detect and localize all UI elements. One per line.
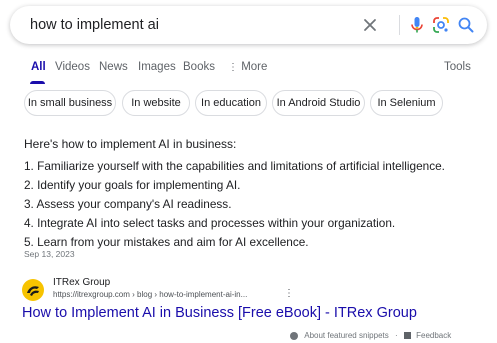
tab-videos[interactable]: Videos <box>55 61 90 73</box>
feedback-link[interactable]: Feedback <box>416 331 451 340</box>
chip-small-business[interactable]: In small business <box>24 90 116 116</box>
result-title-link[interactable]: How to Implement AI in Business [Free eB… <box>22 305 417 321</box>
list-item: 3. Assess your company's AI readiness. <box>24 197 232 211</box>
search-tabs: All Videos News Images Books ⋮ More Tool… <box>0 54 497 84</box>
chip-android-studio[interactable]: In Android Studio <box>272 90 365 116</box>
more-vertical-dots-icon: ⋮ <box>228 62 238 73</box>
google-lens-icon[interactable] <box>431 15 451 35</box>
search-input[interactable] <box>30 15 330 35</box>
featured-snippet-title: Here's how to implement AI in business: <box>24 137 237 151</box>
site-name: ITRex Group <box>53 277 111 288</box>
question-circle-icon <box>290 331 298 340</box>
refinement-chips: In small business In website In educatio… <box>0 90 497 120</box>
tab-news[interactable]: News <box>99 61 128 73</box>
list-item: 1. Familiarize yourself with the capabil… <box>24 159 445 173</box>
feedback-flag-icon <box>403 332 411 340</box>
tab-more[interactable]: ⋮ More <box>228 61 267 73</box>
chip-education[interactable]: In education <box>195 90 267 116</box>
itrex-logo-icon <box>22 279 44 301</box>
footer-separator: · <box>394 331 398 340</box>
tools-button[interactable]: Tools <box>444 61 471 73</box>
snippet-date: Sep 13, 2023 <box>24 249 75 259</box>
snippet-footer: About featured snippets · Feedback <box>290 331 497 343</box>
close-icon[interactable] <box>360 15 380 35</box>
result-source[interactable]: ITRex Group https://itrexgroup.com › blo… <box>22 275 422 305</box>
site-url: https://itrexgroup.com › blog › how-to-i… <box>53 290 248 299</box>
tab-more-label: More <box>241 61 268 73</box>
list-item: 2. Identify your goals for implementing … <box>24 178 241 192</box>
search-box[interactable] <box>10 6 487 44</box>
tab-images[interactable]: Images <box>138 61 176 73</box>
search-box-divider <box>399 15 400 35</box>
list-item: 4. Integrate AI into select tasks and pr… <box>24 216 396 230</box>
active-tab-indicator <box>30 81 45 84</box>
search-icon[interactable] <box>456 15 476 35</box>
featured-snippet-list: 1. Familiarize yourself with the capabil… <box>24 157 445 252</box>
tab-all[interactable]: All <box>31 61 46 73</box>
microphone-icon[interactable] <box>407 15 427 35</box>
about-featured-snippets-link[interactable]: About featured snippets <box>304 331 389 340</box>
more-options-icon[interactable]: ⋮ <box>284 288 294 299</box>
chip-selenium[interactable]: In Selenium <box>370 90 443 116</box>
list-item: 5. Learn from your mistakes and aim for … <box>24 235 309 249</box>
chip-website[interactable]: In website <box>122 90 190 116</box>
tab-books[interactable]: Books <box>183 61 215 73</box>
